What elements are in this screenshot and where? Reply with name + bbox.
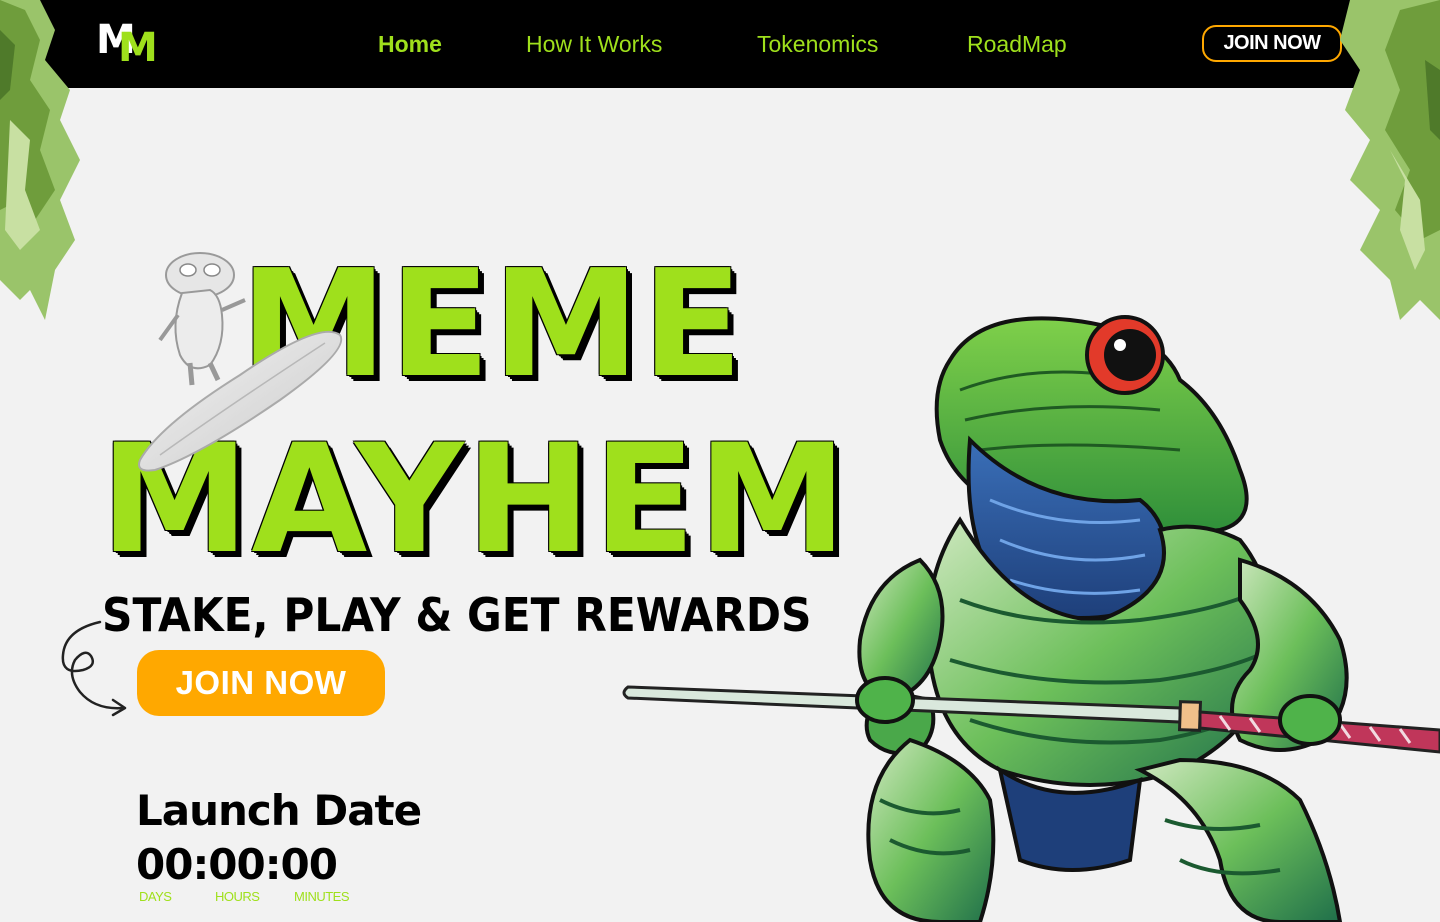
hero-join-now-button[interactable]: JOIN NOW [137,650,385,716]
surfing-frog-illustration [138,252,343,472]
nav-link-tokenomics[interactable]: Tokenomics [757,30,878,58]
countdown-hours-label: HOURS [215,889,260,904]
leaves-right-icon [1340,0,1440,320]
leaves-left-icon [0,0,80,320]
logo-letter-green: M [118,25,158,71]
countdown-minutes-label: MINUTES [294,889,350,904]
countdown-days-label: DAYS [139,889,172,904]
nav-link-how-it-works[interactable]: How It Works [526,30,662,58]
countdown-timer: 00:00:00 [136,840,338,889]
launch-date-label: Launch Date [136,786,422,835]
brand-logo[interactable]: M M [96,20,162,68]
samurai-frog-illustration [622,315,1440,922]
nav-link-roadmap[interactable]: RoadMap [967,30,1067,58]
nav-join-now-button[interactable]: JOIN NOW [1202,25,1342,62]
top-navigation: M M Home How It Works Tokenomics RoadMap… [0,0,1440,88]
nav-link-home[interactable]: Home [378,30,442,58]
curly-arrow-icon [61,620,127,717]
